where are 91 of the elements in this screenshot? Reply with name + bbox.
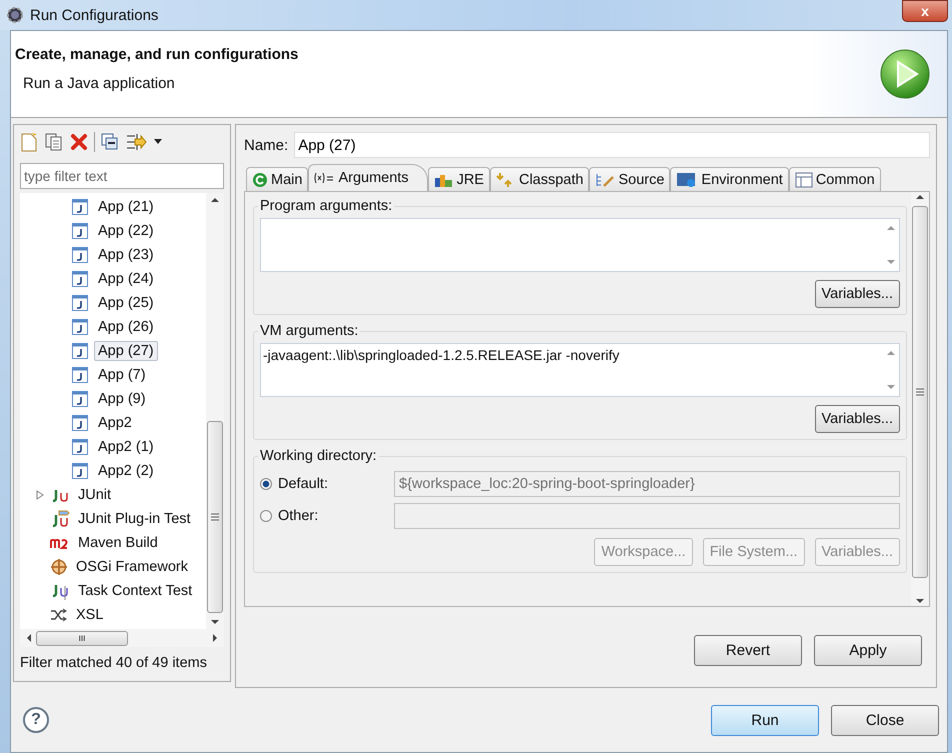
filter-status: Filter matched 40 of 49 items	[19, 654, 208, 673]
tree-item[interactable]: Task Context Test	[74, 581, 196, 601]
tree-item[interactable]: App (25)	[94, 293, 158, 313]
java-app-icon	[72, 295, 88, 311]
tree-item[interactable]: JUnit Plug-in Test	[74, 509, 195, 529]
delete-icon[interactable]	[70, 133, 88, 151]
collapse-icon[interactable]	[101, 133, 119, 151]
scroll-left-icon[interactable]	[26, 634, 32, 642]
tree-item[interactable]: OSGi Framework	[72, 557, 192, 577]
dialog-button[interactable]: Close	[831, 704, 939, 736]
directory-field[interactable]: ${workspace_loc:20-spring-boot-springloader}	[394, 471, 900, 497]
grip-icon[interactable]	[211, 513, 219, 521]
tree-item[interactable]: JUnit	[74, 485, 116, 505]
tab[interactable]: Common	[788, 167, 881, 191]
filter-icon[interactable]	[125, 132, 147, 152]
tab[interactable]: Environment	[670, 167, 789, 191]
crosshair-icon	[50, 558, 68, 576]
scroll-up-icon[interactable]	[211, 197, 219, 203]
new-file-icon[interactable]	[20, 132, 38, 152]
radio-label[interactable]: Other:	[278, 508, 388, 524]
tree-item[interactable]: App (27)	[94, 341, 158, 361]
java-app-icon	[72, 223, 88, 239]
scroll-up-icon[interactable]	[916, 194, 924, 200]
maven-icon	[50, 536, 70, 550]
horizontal-scrollbar[interactable]: III	[20, 629, 224, 647]
source-icon	[595, 172, 616, 188]
action-button[interactable]: Revert	[694, 635, 802, 666]
tree-item[interactable]: App (22)	[94, 221, 158, 241]
java-app-icon	[72, 319, 88, 335]
tree-item[interactable]: XSL	[72, 605, 108, 625]
tree-item[interactable]: App2	[94, 413, 136, 433]
radio-label[interactable]: Default:	[278, 476, 388, 492]
variables-button[interactable]: Variables...	[814, 280, 900, 308]
java-app-icon	[72, 247, 88, 263]
tab[interactable]: JRE	[428, 167, 490, 191]
tree-item[interactable]: App (7)	[94, 365, 150, 385]
group-label: Program arguments:	[259, 198, 394, 214]
tree-item[interactable]: App (9)	[94, 389, 150, 409]
filter-field[interactable]: type filter text	[20, 163, 224, 189]
scroll-down-icon[interactable]	[211, 619, 219, 625]
tab[interactable]: Main	[246, 167, 308, 191]
tree-item[interactable]: App2 (1)	[94, 437, 158, 457]
java-app-icon	[72, 391, 88, 407]
dialog-button[interactable]: Run	[711, 704, 819, 736]
java-app-icon	[72, 463, 88, 479]
tree-item[interactable]: App2 (2)	[94, 461, 158, 481]
scroll-thumb[interactable]: III	[36, 630, 128, 646]
dropdown-icon[interactable]	[153, 138, 163, 146]
java-app-icon	[72, 199, 88, 215]
tree-item[interactable]: App (21)	[94, 197, 158, 217]
variable-icon	[313, 172, 336, 184]
tree-item[interactable]: Maven Build	[74, 533, 162, 553]
tab[interactable]: Arguments	[308, 164, 428, 191]
tab[interactable]: Source	[589, 167, 670, 191]
action-button[interactable]: Apply	[814, 635, 922, 666]
expand-icon[interactable]	[36, 490, 44, 500]
gear-icon	[6, 6, 24, 24]
name-field[interactable]: App (27)	[294, 132, 930, 158]
tree-item[interactable]: App (23)	[94, 245, 158, 265]
main-tab-icon	[252, 172, 268, 188]
tab[interactable]: Classpath	[490, 167, 590, 191]
scrollbar[interactable]	[206, 193, 224, 629]
group-label: Working directory:	[259, 448, 378, 464]
help-button[interactable]: ?	[23, 707, 49, 733]
directory-field[interactable]	[394, 503, 900, 529]
tree-item[interactable]: App (26)	[94, 317, 158, 337]
task-test-icon	[50, 582, 70, 600]
scroll-right-icon[interactable]	[212, 634, 218, 642]
group-label: VM arguments:	[259, 323, 360, 339]
run-icon	[879, 48, 931, 100]
name-label: Name:	[244, 136, 288, 154]
shuffle-icon	[50, 608, 68, 622]
copy-icon[interactable]	[44, 132, 64, 152]
java-app-icon	[72, 343, 88, 359]
tree-item[interactable]: App (24)	[94, 269, 158, 289]
scrollbar[interactable]	[911, 192, 929, 606]
java-app-icon	[72, 415, 88, 431]
variables-button[interactable]: Variables...	[814, 405, 900, 433]
scroll-down-icon[interactable]	[916, 598, 924, 604]
table-icon	[794, 172, 813, 188]
radio-button[interactable]	[260, 478, 272, 490]
window-title: Run Configurations	[30, 6, 158, 24]
java-app-icon	[72, 271, 88, 287]
java-app-icon	[72, 367, 88, 383]
junit-icon	[50, 487, 70, 503]
grip-icon[interactable]	[916, 388, 924, 396]
java-app-icon	[72, 439, 88, 455]
dialog-title: Create, manage, and run configurations	[15, 46, 298, 63]
junit-plugin-icon	[50, 510, 70, 528]
dialog-message: Run a Java application	[23, 75, 176, 92]
radio-button[interactable]	[260, 510, 272, 522]
